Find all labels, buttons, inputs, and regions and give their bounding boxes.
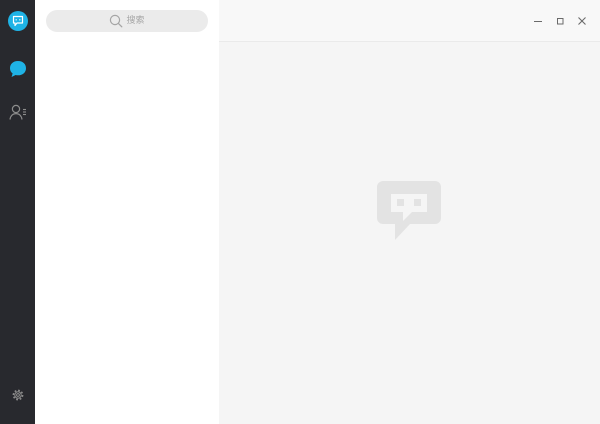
search-icon xyxy=(109,14,123,28)
close-icon xyxy=(578,17,586,25)
close-button[interactable] xyxy=(575,14,589,28)
maximize-button[interactable] xyxy=(553,14,567,28)
empty-state-logo xyxy=(374,176,444,248)
title-bar xyxy=(219,0,600,42)
search-input[interactable]: 搜索 xyxy=(46,10,208,32)
chat-main-area xyxy=(219,0,600,424)
minimize-icon xyxy=(534,21,542,22)
search-placeholder: 搜索 xyxy=(126,15,145,26)
chat-bubble-watermark-icon xyxy=(377,181,441,240)
maximize-icon xyxy=(557,18,564,25)
contacts-icon xyxy=(8,104,26,120)
minimize-button[interactable] xyxy=(531,14,545,28)
chat-bubble-icon xyxy=(9,60,26,77)
chat-bubble-logo-icon xyxy=(12,15,24,27)
nav-messages-button[interactable] xyxy=(5,56,30,81)
conversation-list-pane: 搜索 xyxy=(35,0,219,424)
app-logo[interactable] xyxy=(8,11,28,31)
nav-rail xyxy=(0,0,35,424)
settings-button[interactable] xyxy=(5,382,30,407)
gear-icon xyxy=(12,389,23,400)
nav-contacts-button[interactable] xyxy=(5,99,30,124)
